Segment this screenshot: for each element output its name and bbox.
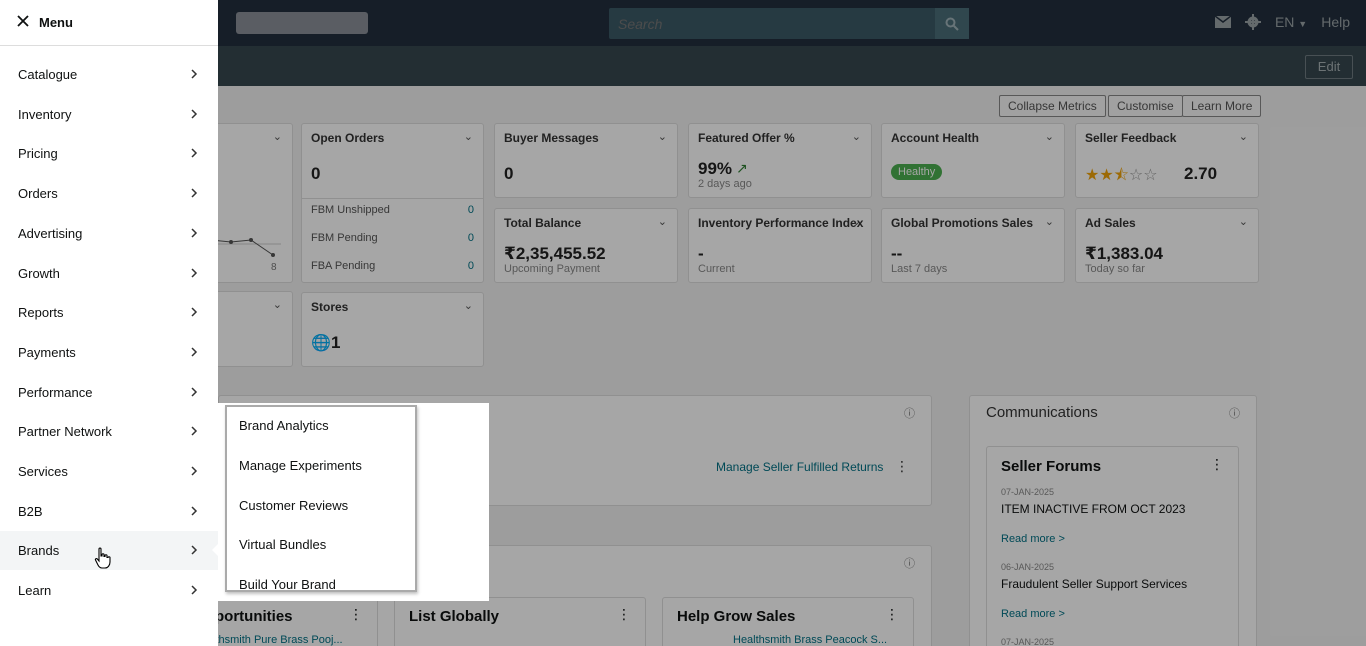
sidebar-item-advertising[interactable]: Advertising <box>0 214 218 253</box>
sidebar-item-label: Payments <box>18 345 76 360</box>
sidebar-item-learn[interactable]: Learn <box>0 571 218 610</box>
sidebar-item-orders[interactable]: Orders <box>0 174 218 213</box>
chevron-right-icon <box>191 148 198 158</box>
submenu-item-virtual-bundles[interactable]: Virtual Bundles <box>239 537 326 552</box>
sidebar-item-partner-network[interactable]: Partner Network <box>0 412 218 451</box>
sidebar-item-label: Learn <box>18 583 52 598</box>
submenu-item-brand-analytics[interactable]: Brand Analytics <box>239 418 329 433</box>
chevron-right-icon <box>191 347 198 357</box>
chevron-right-icon <box>191 69 198 79</box>
sidebar-item-payments[interactable]: Payments <box>0 333 218 372</box>
sidebar-item-label: Growth <box>18 266 60 281</box>
chevron-right-icon <box>191 387 198 397</box>
close-icon[interactable] <box>15 13 31 29</box>
sidebar-item-catalogue[interactable]: Catalogue <box>0 55 218 94</box>
chevron-right-icon <box>191 466 198 476</box>
chevron-right-icon <box>191 426 198 436</box>
sidebar-item-inventory[interactable]: Inventory <box>0 95 218 134</box>
sidebar-item-b2b[interactable]: B2B <box>0 492 218 531</box>
brands-flyout: Brand Analytics Manage Experiments Custo… <box>218 403 489 601</box>
chevron-right-icon <box>191 506 198 516</box>
sidebar-item-label: Reports <box>18 305 64 320</box>
chevron-right-icon <box>191 109 198 119</box>
sidebar-item-label: B2B <box>18 504 43 519</box>
sidebar-item-label: Brands <box>18 543 60 558</box>
sidebar-item-label: Catalogue <box>18 67 78 82</box>
sidebar-item-label: Performance <box>18 385 93 400</box>
sidebar-item-growth[interactable]: Growth <box>0 254 218 293</box>
sidebar-item-label: Inventory <box>18 107 72 122</box>
menu-title: Menu <box>39 15 73 30</box>
sidebar-item-performance[interactable]: Performance <box>0 373 218 412</box>
submenu-item-customer-reviews[interactable]: Customer Reviews <box>239 498 348 513</box>
sidebar-item-label: Pricing <box>18 146 58 161</box>
chevron-right-icon <box>191 545 198 555</box>
chevron-right-icon <box>191 307 198 317</box>
chevron-right-icon <box>191 268 198 278</box>
submenu-item-build-your-brand[interactable]: Build Your Brand <box>239 577 336 590</box>
sidebar-item-reports[interactable]: Reports <box>0 293 218 332</box>
brands-submenu: Brand Analytics Manage Experiments Custo… <box>225 405 417 592</box>
sidebar-item-pricing[interactable]: Pricing <box>0 134 218 173</box>
submenu-item-manage-experiments[interactable]: Manage Experiments <box>239 458 362 473</box>
chevron-right-icon <box>191 228 198 238</box>
sidebar-item-services[interactable]: Services <box>0 452 218 491</box>
menu-header: Menu <box>0 0 218 46</box>
sidebar-item-label: Partner Network <box>18 424 112 439</box>
sidebar-item-label: Services <box>18 464 68 479</box>
chevron-right-icon <box>191 188 198 198</box>
chevron-right-icon <box>191 585 198 595</box>
hand-cursor-icon <box>94 547 111 569</box>
sidebar-item-label: Orders <box>18 186 58 201</box>
sidebar-item-label: Advertising <box>18 226 83 241</box>
